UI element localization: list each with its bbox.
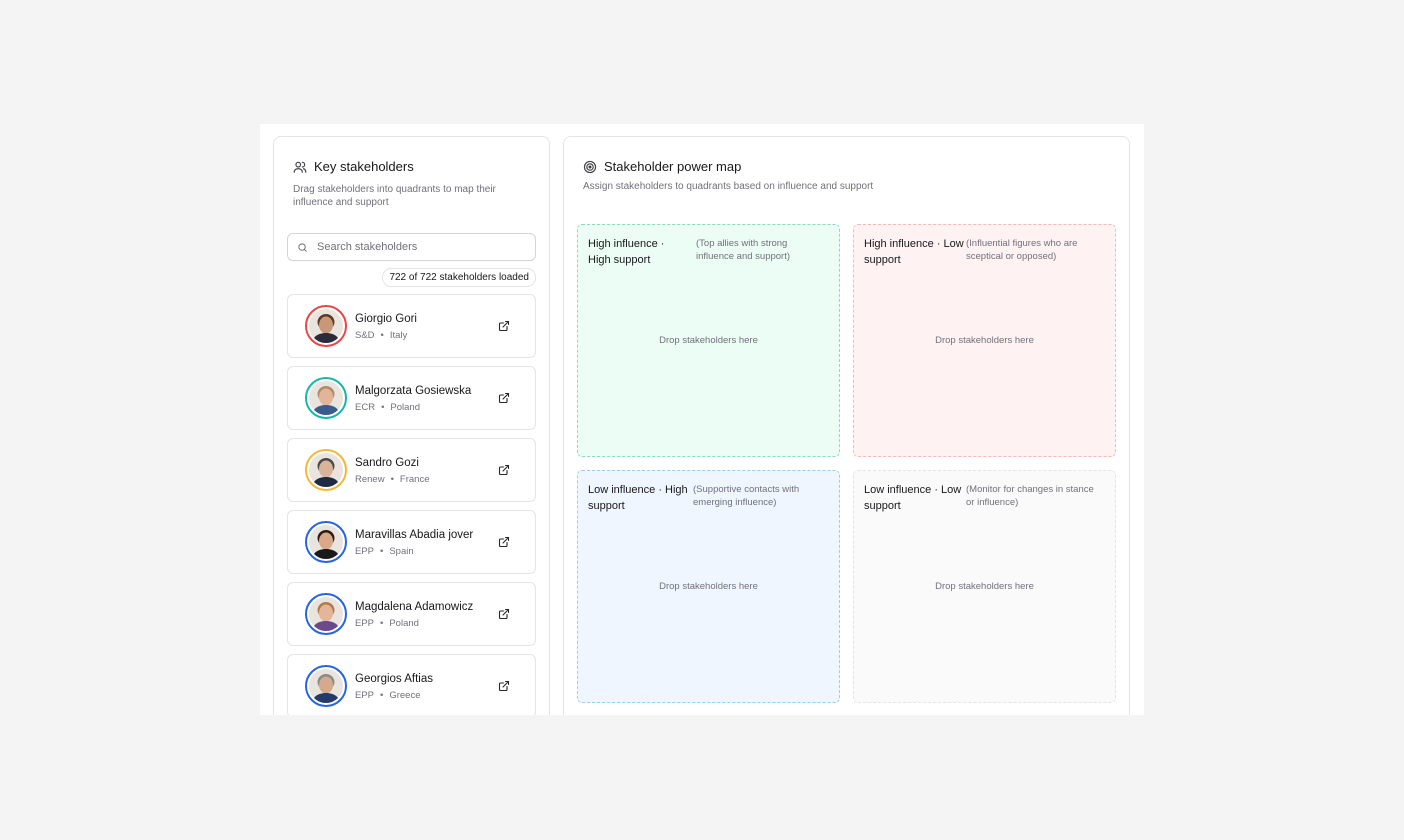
avatar bbox=[305, 521, 347, 563]
search-icon bbox=[297, 242, 308, 253]
stakeholder-card[interactable]: Giorgio Gori S&D • Italy bbox=[287, 294, 536, 358]
stakeholder-country: Greece bbox=[389, 690, 421, 701]
avatar bbox=[305, 305, 347, 347]
stakeholder-name: Georgios Aftias bbox=[355, 673, 433, 685]
search-box[interactable] bbox=[287, 233, 536, 261]
stakeholder-group: EPP bbox=[355, 690, 375, 701]
stakeholder-name: Malgorzata Gosiewska bbox=[355, 385, 472, 397]
stakeholder-card[interactable]: Georgios Aftias EPP • Greece bbox=[287, 654, 536, 715]
external-link-icon[interactable] bbox=[498, 392, 510, 404]
stakeholder-country: France bbox=[399, 474, 430, 485]
quadrant-title: Low influence · High support bbox=[588, 484, 688, 512]
stakeholder-group: EPP bbox=[355, 618, 375, 629]
stakeholder-meta: S&D • Italy bbox=[355, 330, 408, 341]
stakeholder-group: Renew bbox=[355, 474, 385, 485]
stakeholder-country: Poland bbox=[389, 618, 419, 629]
avatar bbox=[305, 377, 347, 419]
avatar bbox=[305, 665, 347, 707]
power-map-panel: Stakeholder power map Assign stakeholder… bbox=[563, 136, 1130, 715]
stakeholder-meta: EPP • Spain bbox=[355, 546, 414, 557]
stakeholder-list: Giorgio Gori S&D • Italy Malgorzata Gosiew… bbox=[287, 294, 536, 715]
stakeholder-country: Poland bbox=[390, 402, 420, 413]
stakeholder-name: Sandro Gozi bbox=[355, 457, 419, 469]
app-frame: Key stakeholders Drag stakeholders into … bbox=[260, 124, 1144, 715]
stakeholder-name: Maravillas Abadia jover bbox=[355, 529, 474, 541]
stakeholders-title-text: Key stakeholders bbox=[314, 159, 414, 174]
external-link-icon[interactable] bbox=[498, 464, 510, 476]
stakeholder-country: Spain bbox=[389, 546, 414, 557]
quadrant-low-influence-high-support[interactable]: Low influence · High support (Supportive… bbox=[577, 470, 840, 703]
power-map-title: Stakeholder power map bbox=[583, 159, 741, 174]
quadrant-title: Low influence · Low support bbox=[864, 484, 962, 512]
stakeholder-group: EPP bbox=[355, 546, 375, 557]
stakeholder-group: ECR bbox=[355, 402, 376, 413]
quadrant-note: (Influential figures who are sceptical o… bbox=[966, 238, 1078, 262]
stakeholder-card[interactable]: Magdalena Adamowicz EPP • Poland bbox=[287, 582, 536, 646]
quadrant-title: High influence · Low support bbox=[864, 238, 964, 266]
avatar bbox=[305, 593, 347, 635]
loaded-count-badge: 722 of 722 stakeholders loaded bbox=[382, 268, 536, 287]
quadrant-note: (Top allies with strong influence and su… bbox=[696, 238, 791, 262]
drop-hint: Drop stakeholders here bbox=[659, 581, 758, 592]
stakeholder-name: Magdalena Adamowicz bbox=[355, 601, 474, 613]
drop-hint: Drop stakeholders here bbox=[935, 581, 1034, 592]
stakeholder-card[interactable]: Maravillas Abadia jover EPP • Spain bbox=[287, 510, 536, 574]
quadrant-high-influence-low-support[interactable]: High influence · Low support (Influentia… bbox=[853, 224, 1116, 457]
stakeholder-meta: Renew • France bbox=[355, 474, 430, 485]
drop-hint: Drop stakeholders here bbox=[659, 335, 758, 346]
external-link-icon[interactable] bbox=[498, 536, 510, 548]
stakeholders-panel: Key stakeholders Drag stakeholders into … bbox=[273, 136, 550, 715]
quadrant-low-influence-low-support[interactable]: Low influence · Low support (Monitor for… bbox=[853, 470, 1116, 703]
quadrant-note: (Supportive contacts with emerging influ… bbox=[693, 484, 800, 508]
power-map-title-text: Stakeholder power map bbox=[604, 159, 742, 174]
avatar bbox=[305, 449, 347, 491]
stakeholder-name: Giorgio Gori bbox=[355, 313, 417, 325]
stakeholder-card[interactable]: Malgorzata Gosiewska ECR • Poland bbox=[287, 366, 536, 430]
stakeholder-group: S&D bbox=[355, 330, 375, 341]
target-icon bbox=[583, 160, 597, 174]
external-link-icon[interactable] bbox=[498, 608, 510, 620]
quadrant-note: (Monitor for changes in stance or influe… bbox=[966, 484, 1094, 508]
stakeholder-meta: ECR • Poland bbox=[355, 402, 420, 413]
drop-hint: Drop stakeholders here bbox=[935, 335, 1034, 346]
stakeholder-card[interactable]: Sandro Gozi Renew • France bbox=[287, 438, 536, 502]
stakeholders-description: Drag stakeholders into quadrants to map … bbox=[293, 184, 496, 208]
stakeholder-country: Italy bbox=[389, 330, 408, 341]
quadrant-title: High influence · High support bbox=[588, 238, 665, 266]
quadrant-high-influence-high-support[interactable]: High influence · High support (Top allie… bbox=[577, 224, 840, 457]
external-link-icon[interactable] bbox=[498, 320, 510, 332]
stakeholders-panel-title: Key stakeholders bbox=[293, 159, 414, 174]
search-input[interactable] bbox=[315, 240, 529, 254]
stakeholder-meta: EPP • Poland bbox=[355, 618, 419, 629]
users-icon bbox=[293, 160, 307, 174]
external-link-icon[interactable] bbox=[498, 680, 510, 692]
power-map-description: Assign stakeholders to quadrants based o… bbox=[583, 181, 874, 192]
stakeholder-meta: EPP • Greece bbox=[355, 690, 421, 701]
